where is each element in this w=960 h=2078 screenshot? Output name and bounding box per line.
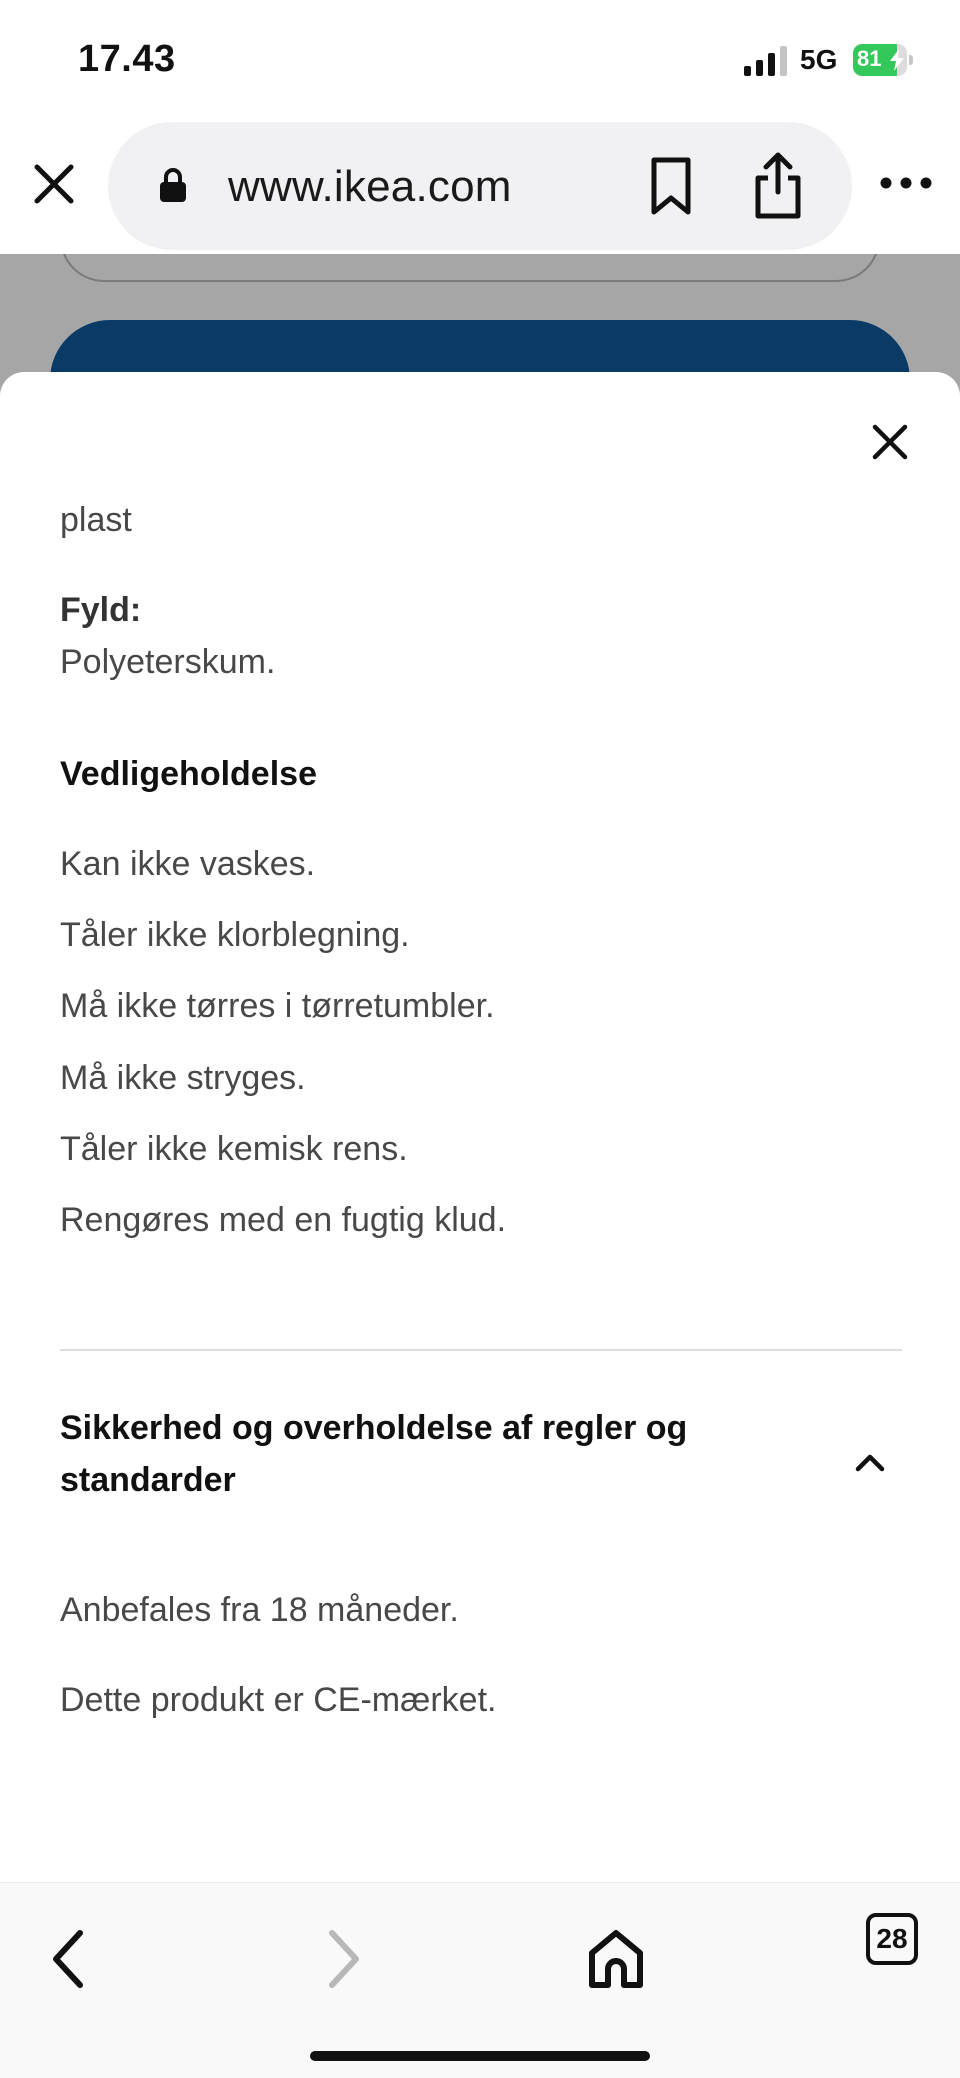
status-time: 17.43 xyxy=(78,38,176,80)
home-button[interactable] xyxy=(580,1923,652,1995)
signal-strength-icon xyxy=(744,46,787,76)
section-divider xyxy=(60,1349,902,1351)
home-indicator xyxy=(310,2051,650,2061)
tabs-count: 28 xyxy=(876,1923,908,1954)
care-item: Må ikke tørres i tørretumbler. xyxy=(60,987,495,1025)
charging-bolt-icon xyxy=(890,49,904,71)
home-icon xyxy=(589,1930,643,1988)
url-text: www.ikea.com xyxy=(228,162,512,211)
product-details-sheet: plast Fyld: Polyeterskum. Vedligeholdels… xyxy=(0,372,960,1882)
address-bar[interactable]: www.ikea.com xyxy=(108,122,852,250)
material-text: plast xyxy=(60,501,132,539)
tabs-button[interactable]: 28 xyxy=(866,1913,918,1965)
chevron-up-icon xyxy=(855,1454,885,1472)
bookmark-button[interactable] xyxy=(644,156,698,216)
close-icon xyxy=(34,164,74,204)
safety-title-line: Sikkerhed og overholdelse af regler og xyxy=(60,1409,688,1447)
sheet-close-button[interactable] xyxy=(862,414,918,470)
battery-percent: 81 xyxy=(857,46,882,71)
care-title: Vedligeholdelse xyxy=(60,755,317,793)
more-icon xyxy=(880,177,932,189)
care-item: Må ikke stryges. xyxy=(60,1059,306,1097)
backdrop-field xyxy=(60,254,880,282)
safety-item: Anbefales fra 18 måneder. xyxy=(60,1591,459,1629)
chevron-right-icon xyxy=(329,1930,359,1988)
browser-bottom-bar: 28 xyxy=(0,1882,960,2078)
back-button[interactable] xyxy=(34,1923,106,1995)
care-item: Tåler ikke kemisk rens. xyxy=(60,1130,408,1168)
care-item: Rengøres med en fugtig klud. xyxy=(60,1201,507,1239)
battery-indicator: 81 xyxy=(853,44,913,76)
chevron-left-icon xyxy=(53,1930,83,1988)
bookmark-icon xyxy=(651,157,691,215)
more-options-button[interactable] xyxy=(878,168,934,198)
safety-title-line: standarder xyxy=(60,1461,236,1499)
filling-label: Fyld: xyxy=(60,591,142,629)
forward-button[interactable] xyxy=(306,1923,378,1995)
close-icon xyxy=(872,424,908,460)
filling-value: Polyeterskum. xyxy=(60,643,276,681)
share-button[interactable] xyxy=(748,150,808,220)
safety-section-toggle[interactable]: Sikkerhed og overholdelse af regler og s… xyxy=(60,1402,902,1522)
share-icon xyxy=(755,152,801,219)
safety-section-title: Sikkerhed og overholdelse af regler og s… xyxy=(60,1402,780,1506)
safety-item: Dette produkt er CE-mærket. xyxy=(60,1681,497,1719)
lock-icon xyxy=(160,168,186,202)
browser-toolbar: www.ikea.com xyxy=(0,118,960,254)
status-bar: 17.43 5G 81 xyxy=(0,0,960,118)
close-tab-button[interactable] xyxy=(24,154,84,214)
network-type: 5G xyxy=(800,44,838,75)
care-item: Tåler ikke klorblegning. xyxy=(60,916,410,954)
care-item: Kan ikke vaskes. xyxy=(60,845,316,883)
